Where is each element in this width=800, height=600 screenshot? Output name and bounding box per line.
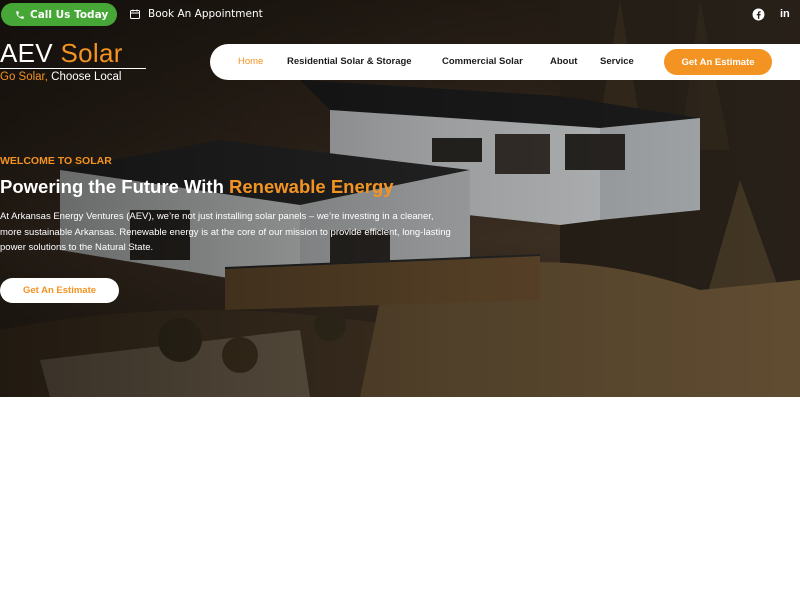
logo-title-main: AEV: [0, 38, 53, 68]
nav-item-residential-solar[interactable]: Residential Solar & Storage: [287, 56, 412, 67]
nav-get-estimate-button[interactable]: Get An Estimate: [664, 49, 772, 75]
call-us-label: Call Us Today: [30, 8, 109, 21]
hero-get-estimate-button[interactable]: Get An Estimate: [0, 278, 119, 303]
book-appointment-label: Book An Appointment: [148, 8, 263, 20]
site-logo[interactable]: AEV Solar Go Solar, Choose Local: [0, 39, 146, 83]
call-us-button[interactable]: Call Us Today: [1, 3, 117, 26]
hero-headline: Powering the Future With Renewable Energ…: [0, 176, 394, 198]
nav-item-commercial-solar[interactable]: Commercial Solar: [442, 56, 523, 67]
hero-eyebrow: WELCOME TO SOLAR: [0, 155, 112, 167]
logo-tagline-accent: Go Solar,: [0, 71, 48, 83]
logo-tagline-main: Choose Local: [51, 71, 122, 83]
facebook-icon[interactable]: [752, 8, 765, 21]
book-appointment-link[interactable]: Book An Appointment: [129, 8, 263, 20]
logo-title-accent: Solar: [60, 38, 123, 68]
hero-headline-main: Powering the Future With: [0, 176, 224, 197]
hero-section: Call Us Today Book An Appointment in AEV…: [0, 0, 800, 397]
main-navigation: Home Residential Solar & Storage Commerc…: [210, 44, 800, 80]
logo-divider: [0, 68, 146, 69]
hero-description: At Arkansas Energy Ventures (AEV), we’re…: [0, 211, 451, 253]
logo-tagline: Go Solar, Choose Local: [0, 71, 146, 83]
nav-item-service[interactable]: Service: [600, 56, 634, 67]
logo-title: AEV Solar: [0, 39, 146, 67]
nav-item-home[interactable]: Home: [238, 56, 263, 67]
linkedin-icon[interactable]: in: [780, 8, 790, 20]
hero-headline-accent: Renewable Energy: [229, 176, 394, 197]
calendar-icon: [130, 9, 140, 19]
nav-item-about[interactable]: About: [550, 56, 577, 67]
phone-icon: [16, 10, 24, 19]
